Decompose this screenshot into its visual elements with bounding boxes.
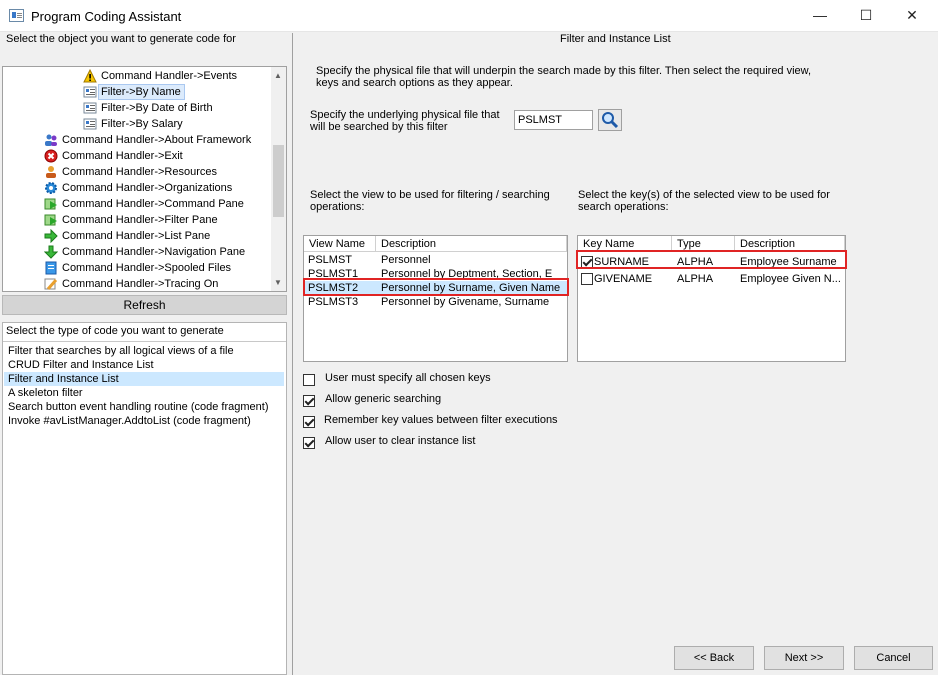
tree-item-label: Command Handler->Tracing On [62, 278, 219, 290]
option-label[interactable]: Allow user to clear instance list [325, 435, 475, 447]
back-button[interactable]: << Back [674, 646, 754, 670]
exit-icon [44, 149, 58, 163]
views-header-description[interactable]: Description [376, 236, 567, 252]
window-title: Program Coding Assistant [31, 9, 182, 24]
code-type-list[interactable]: Select the type of code you want to gene… [2, 322, 287, 675]
tree-item-label: Filter->By Name [101, 86, 181, 98]
next-button[interactable]: Next >> [764, 646, 844, 670]
maximize-button[interactable]: ☐ [843, 0, 889, 31]
tree-item-label: Command Handler->Organizations [62, 182, 233, 194]
pane-icon [44, 197, 58, 211]
selected-key-highlight [576, 250, 847, 269]
key-row[interactable]: GIVENAME ALPHA Employee Given N... [578, 271, 845, 287]
users-icon [44, 133, 58, 147]
option-checkbox[interactable] [303, 395, 315, 407]
cancel-button[interactable]: Cancel [854, 646, 933, 670]
tree-item-label: Command Handler->Resources [62, 166, 217, 178]
key-prompt: Select the key(s) of the selected view t… [578, 189, 830, 213]
code-type-item[interactable]: Search button event handling routine (co… [4, 400, 284, 414]
document-icon [44, 261, 58, 275]
pencil-icon [44, 277, 58, 291]
view-name-cell: PSLMST3 [308, 296, 359, 308]
person-icon [44, 165, 58, 179]
scroll-up-icon[interactable]: ▲ [274, 71, 282, 80]
views-grid[interactable]: View Name Description PSLMST Personnel PSL… [303, 235, 568, 362]
arrow-right-icon [44, 228, 58, 244]
code-type-item[interactable]: Filter that searches by all logical view… [4, 344, 284, 358]
tree-item-label: Filter->By Salary [101, 118, 183, 130]
code-type-item[interactable]: Invoke #avListManager.AddtoList (code fr… [4, 414, 284, 428]
tree-scrollbar[interactable]: ▲ ▼ [271, 67, 286, 291]
physical-file-input[interactable]: PSLMST [514, 110, 593, 130]
view-prompt: Select the view to be used for filtering… [310, 189, 550, 213]
view-description-cell: Personnel [381, 254, 431, 266]
option-checkbox[interactable] [303, 374, 315, 386]
title-bar: Program Coding Assistant — ☐ ✕ [0, 0, 938, 32]
minimize-button[interactable]: — [797, 0, 843, 31]
object-prompt: Select the object you want to generate c… [6, 33, 236, 45]
tree-item-label: Command Handler->Command Pane [62, 198, 244, 210]
splitter[interactable] [292, 33, 293, 675]
close-button[interactable]: ✕ [889, 0, 935, 31]
step-heading: Filter and Instance List [560, 33, 671, 45]
tree-item-label: Command Handler->Spooled Files [62, 262, 232, 274]
key-description-cell: Employee Given N... [740, 273, 841, 285]
key-checkbox[interactable] [581, 273, 593, 285]
file-search-button[interactable] [598, 109, 622, 131]
gear-icon [44, 181, 58, 195]
refresh-button[interactable]: Refresh [2, 295, 287, 315]
filter-icon [83, 117, 97, 131]
tree-item-label: Command Handler->Events [101, 70, 238, 82]
warning-icon [83, 68, 97, 83]
app-icon [9, 9, 24, 22]
scroll-thumb[interactable] [273, 145, 284, 217]
option-label[interactable]: Allow generic searching [325, 393, 441, 405]
tree-item-label: Command Handler->Filter Pane [62, 214, 218, 226]
tree-item-label: Command Handler->List Pane [62, 230, 211, 242]
object-tree[interactable]: Command Handler->Events Filter->By Name Fi… [2, 66, 287, 292]
code-type-item[interactable]: CRUD Filter and Instance List [4, 358, 284, 372]
option-checkbox[interactable] [303, 416, 315, 428]
view-row[interactable]: PSLMST3 Personnel by Givename, Surname [304, 295, 567, 309]
scroll-down-icon[interactable]: ▼ [274, 278, 282, 287]
selected-view-highlight [303, 278, 569, 296]
intro-text: Specify the physical file that will unde… [316, 65, 812, 89]
views-header-name[interactable]: View Name [304, 236, 376, 252]
code-type-item[interactable]: A skeleton filter [4, 386, 284, 400]
option-label[interactable]: User must specify all chosen keys [325, 372, 491, 384]
tree-item-label: Command Handler->Exit [62, 150, 183, 162]
filter-icon [83, 85, 97, 99]
divider [3, 341, 286, 342]
tree-item-label: Command Handler->About Framework [62, 134, 252, 146]
key-name-cell: GIVENAME [594, 273, 653, 285]
filter-icon [83, 101, 97, 115]
key-type-cell: ALPHA [677, 273, 714, 285]
pane-icon [44, 213, 58, 227]
view-description-cell: Personnel by Givename, Surname [381, 296, 550, 308]
code-type-item[interactable]: Filter and Instance List [4, 372, 284, 386]
arrow-down-icon [43, 245, 59, 259]
tree-item-label: Filter->By Date of Birth [101, 102, 213, 114]
view-name-cell: PSLMST [308, 254, 353, 266]
option-label[interactable]: Remember key values between filter execu… [324, 414, 558, 426]
search-icon [602, 112, 619, 129]
option-checkbox[interactable] [303, 437, 315, 449]
file-prompt: Specify the underlying physical file tha… [310, 109, 500, 133]
view-row[interactable]: PSLMST Personnel [304, 253, 567, 267]
tree-item-label: Command Handler->Navigation Pane [62, 246, 246, 258]
code-prompt: Select the type of code you want to gene… [6, 325, 224, 337]
